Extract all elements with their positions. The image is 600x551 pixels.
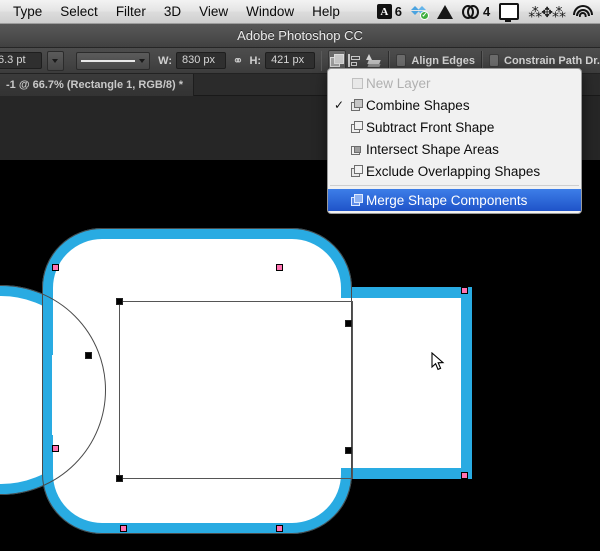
menu-3d[interactable]: 3D	[155, 1, 190, 23]
menu-item-label: Subtract Front Shape	[366, 120, 494, 135]
menu-item-new-layer: New Layer	[328, 72, 581, 94]
constrain-path-label: Constrain Path Dr.	[504, 55, 600, 67]
creative-cloud-icon	[462, 5, 480, 19]
height-input[interactable]: 421 px	[265, 52, 315, 69]
constrain-path-checkbox[interactable]	[489, 54, 499, 67]
google-drive-icon	[437, 5, 453, 19]
application-title-bar: Adobe Photoshop CC	[0, 24, 600, 48]
merge-shape-components-icon	[348, 194, 366, 206]
intersect-shape-areas-icon	[348, 143, 366, 155]
adobe-badge-count: 6	[395, 4, 402, 19]
link-chain-icon[interactable]: ⚭	[233, 56, 243, 66]
anchor-point[interactable]	[461, 287, 468, 294]
menu-item-exclude-overlapping-shapes[interactable]: Exclude Overlapping Shapes	[328, 160, 581, 182]
menu-item-label: Combine Shapes	[366, 98, 470, 113]
height-label: H:	[249, 55, 261, 67]
canvas-area[interactable]	[0, 160, 600, 551]
bluetooth-status-item[interactable]: ⁂✥⁂	[524, 1, 569, 23]
bounding-box-handle[interactable]	[345, 447, 352, 454]
bounding-box-handle[interactable]	[85, 352, 92, 359]
options-separator	[321, 51, 323, 71]
menu-item-intersect-shape-areas[interactable]: Intersect Shape Areas	[328, 138, 581, 160]
path-operations-menu[interactable]: New Layer ✓ Combine Shapes Subtract Fron…	[327, 68, 582, 214]
new-layer-icon	[348, 78, 366, 89]
path-operations-icon	[330, 54, 345, 68]
bluetooth-icon: ⁂✥⁂	[528, 5, 565, 19]
adobe-logo-icon: A	[377, 4, 392, 19]
menu-item-label: Intersect Shape Areas	[366, 142, 499, 157]
menu-window[interactable]: Window	[237, 1, 303, 23]
width-label: W:	[158, 55, 172, 67]
menu-checkmark-icon: ✓	[334, 98, 348, 112]
exclude-overlapping-shapes-icon	[348, 165, 366, 177]
menu-item-label: Exclude Overlapping Shapes	[366, 164, 540, 179]
menu-help[interactable]: Help	[303, 1, 349, 23]
dropbox-sync-check-icon: ✓	[420, 11, 429, 20]
creative-cloud-count: 4	[483, 4, 490, 19]
menu-bar-items: Type Select Filter 3D View Window Help	[0, 1, 349, 23]
path-alignment-icon	[348, 54, 362, 67]
align-edges-checkbox[interactable]	[396, 54, 406, 67]
anchor-point[interactable]	[52, 264, 59, 271]
stroke-width-input[interactable]: 6.3 pt	[0, 52, 42, 69]
merge-patch	[52, 355, 102, 435]
anchor-point[interactable]	[461, 472, 468, 479]
stroke-style-line-icon	[81, 60, 136, 62]
google-drive-status-item[interactable]	[433, 1, 457, 23]
menu-item-label: New Layer	[366, 76, 431, 91]
wifi-icon	[574, 5, 591, 18]
anchor-point[interactable]	[52, 445, 59, 452]
menu-separator	[330, 185, 579, 186]
bounding-box-handle[interactable]	[345, 320, 352, 327]
bounding-box-handle[interactable]	[116, 298, 123, 305]
photoshop-window: Type Select Filter 3D View Window Help A…	[0, 0, 600, 551]
chevron-down-icon	[52, 59, 58, 63]
chevron-down-icon	[139, 59, 145, 63]
stroke-width-dropdown-button[interactable]	[47, 51, 64, 71]
document-tab[interactable]: -1 @ 66.7% (Rectangle 1, RGB/8) *	[0, 74, 194, 96]
display-icon	[499, 3, 519, 20]
menu-select[interactable]: Select	[51, 1, 107, 23]
menu-type[interactable]: Type	[4, 1, 51, 23]
path-arrangement-icon	[366, 54, 381, 68]
display-status-item[interactable]	[495, 1, 523, 23]
anchor-point[interactable]	[276, 525, 283, 532]
menu-item-label: Merge Shape Components	[366, 193, 527, 208]
dropbox-status-item[interactable]: ✓	[407, 1, 432, 23]
application-title: Adobe Photoshop CC	[237, 28, 363, 43]
menu-item-subtract-front-shape[interactable]: Subtract Front Shape	[328, 116, 581, 138]
bounding-box-handle[interactable]	[116, 475, 123, 482]
menu-bar-status-items: A 6 ✓ 4 ⁂✥⁂	[373, 1, 600, 23]
menu-item-combine-shapes[interactable]: ✓ Combine Shapes	[328, 94, 581, 116]
macos-menu-bar: Type Select Filter 3D View Window Help A…	[0, 0, 600, 24]
width-input[interactable]: 830 px	[176, 52, 226, 69]
adobe-status-item[interactable]: A 6	[373, 1, 406, 23]
anchor-point[interactable]	[276, 264, 283, 271]
wifi-status-item[interactable]	[570, 1, 595, 23]
combine-shapes-icon	[348, 99, 366, 111]
menu-item-merge-shape-components[interactable]: Merge Shape Components	[328, 189, 581, 211]
stroke-style-dropdown[interactable]	[76, 52, 151, 70]
dropbox-icon: ✓	[411, 4, 428, 19]
menu-filter[interactable]: Filter	[107, 1, 155, 23]
creative-cloud-status-item[interactable]: 4	[458, 1, 494, 23]
subtract-front-shape-icon	[348, 121, 366, 133]
menu-view[interactable]: View	[190, 1, 237, 23]
align-edges-label: Align Edges	[411, 55, 475, 67]
anchor-point[interactable]	[120, 525, 127, 532]
